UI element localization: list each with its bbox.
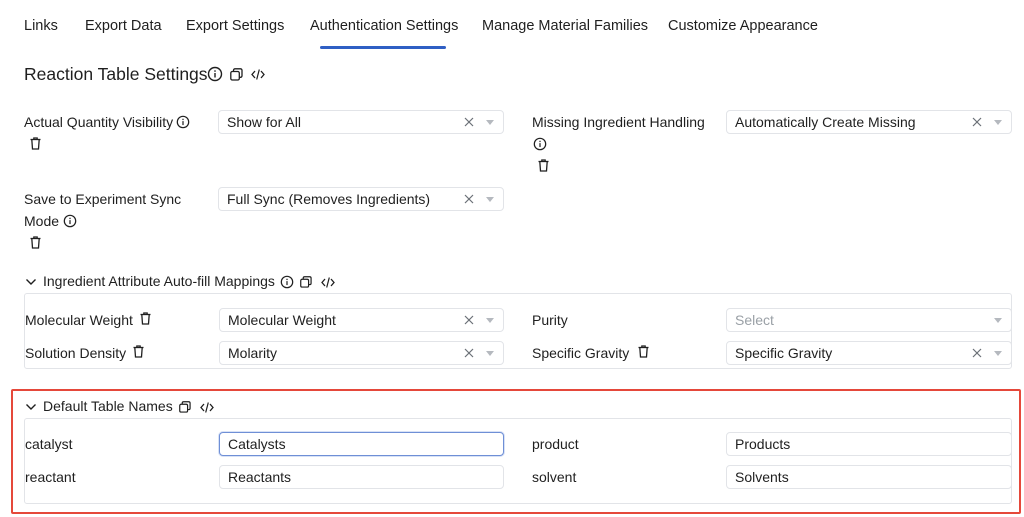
chevron-down-icon[interactable]: [486, 120, 494, 125]
trash-icon[interactable]: [140, 312, 151, 325]
solution-density-select[interactable]: Molarity: [219, 341, 504, 365]
table-names-section-title[interactable]: Default Table Names: [43, 398, 173, 414]
clear-icon[interactable]: [463, 115, 475, 129]
clear-icon[interactable]: [971, 115, 983, 129]
info-icon[interactable]: [176, 115, 190, 129]
select-value: Molarity: [228, 345, 278, 361]
purity-label: Purity: [532, 312, 568, 328]
product-label: product: [532, 436, 579, 452]
info-icon[interactable]: [207, 66, 223, 82]
trash-icon[interactable]: [133, 345, 144, 358]
select-value: Automatically Create Missing: [735, 114, 916, 130]
copy-icon[interactable]: [230, 68, 243, 81]
copy-icon[interactable]: [300, 276, 312, 288]
select-value: Show for All: [227, 114, 301, 130]
actual-quantity-visibility-select[interactable]: Show for All: [218, 110, 504, 134]
select-value: Full Sync (Removes Ingredients): [227, 191, 431, 207]
trash-icon[interactable]: [30, 137, 41, 150]
specific-gravity-select[interactable]: Specific Gravity: [726, 341, 1012, 365]
select-placeholder: Select: [735, 312, 774, 328]
tab-customize-appearance[interactable]: Customize Appearance: [668, 18, 818, 34]
info-icon[interactable]: [533, 137, 547, 151]
sync-mode-select[interactable]: Full Sync (Removes Ingredients): [218, 187, 504, 211]
clear-icon[interactable]: [463, 313, 475, 327]
tab-export-data[interactable]: Export Data: [85, 18, 162, 34]
reactant-name-input[interactable]: [219, 465, 504, 489]
trash-icon[interactable]: [30, 236, 41, 249]
copy-icon[interactable]: [179, 401, 191, 413]
chevron-down-icon[interactable]: [25, 402, 37, 412]
catalyst-name-input[interactable]: [219, 432, 504, 456]
active-tab-indicator: [320, 46, 446, 49]
select-value: Specific Gravity: [735, 345, 833, 361]
tab-links[interactable]: Links: [24, 18, 58, 34]
trash-icon[interactable]: [538, 159, 549, 172]
code-icon[interactable]: [251, 68, 265, 81]
product-name-input[interactable]: [726, 432, 1012, 456]
trash-icon[interactable]: [638, 345, 649, 358]
catalyst-label: catalyst: [25, 436, 73, 452]
sync-mode-label-line1: Save to Experiment Sync: [24, 191, 182, 207]
page-title: Reaction Table Settings: [24, 64, 208, 84]
tab-manage-material-families[interactable]: Manage Material Families: [482, 18, 648, 34]
tab-export-settings[interactable]: Export Settings: [186, 18, 284, 34]
molecular-weight-select[interactable]: Molecular Weight: [219, 308, 504, 332]
tab-authentication-settings[interactable]: Authentication Settings: [310, 18, 458, 34]
info-icon[interactable]: [63, 214, 77, 228]
table-names-panel: [24, 418, 1012, 504]
code-icon[interactable]: [200, 401, 214, 414]
reactant-label: reactant: [25, 469, 76, 485]
chevron-down-icon[interactable]: [486, 197, 494, 202]
chevron-down-icon[interactable]: [486, 351, 494, 356]
clear-icon[interactable]: [463, 346, 475, 360]
sync-mode-label-line2: Mode: [24, 213, 60, 229]
autofill-section-title[interactable]: Ingredient Attribute Auto-fill Mappings: [43, 273, 275, 289]
select-value: Molecular Weight: [228, 312, 336, 328]
chevron-down-icon[interactable]: [994, 318, 1002, 323]
missing-ingredient-handling-select[interactable]: Automatically Create Missing: [726, 110, 1012, 134]
solvent-label: solvent: [532, 469, 577, 485]
info-icon[interactable]: [280, 275, 294, 289]
chevron-down-icon[interactable]: [994, 120, 1002, 125]
actual-quantity-visibility-label: Actual Quantity Visibility: [24, 114, 174, 130]
missing-ingredient-handling-label: Missing Ingredient Handling: [532, 114, 705, 130]
clear-icon[interactable]: [971, 346, 983, 360]
chevron-down-icon[interactable]: [25, 277, 37, 287]
specific-gravity-label: Specific Gravity: [532, 345, 630, 361]
molecular-weight-label: Molecular Weight: [25, 312, 133, 328]
chevron-down-icon[interactable]: [994, 351, 1002, 356]
code-icon[interactable]: [321, 276, 335, 289]
chevron-down-icon[interactable]: [486, 318, 494, 323]
purity-select[interactable]: Select: [726, 308, 1012, 332]
clear-icon[interactable]: [463, 192, 475, 206]
solvent-name-input[interactable]: [726, 465, 1012, 489]
tab-bar: Links Export Data Export Settings Authen…: [0, 0, 1024, 50]
solution-density-label: Solution Density: [25, 345, 127, 361]
